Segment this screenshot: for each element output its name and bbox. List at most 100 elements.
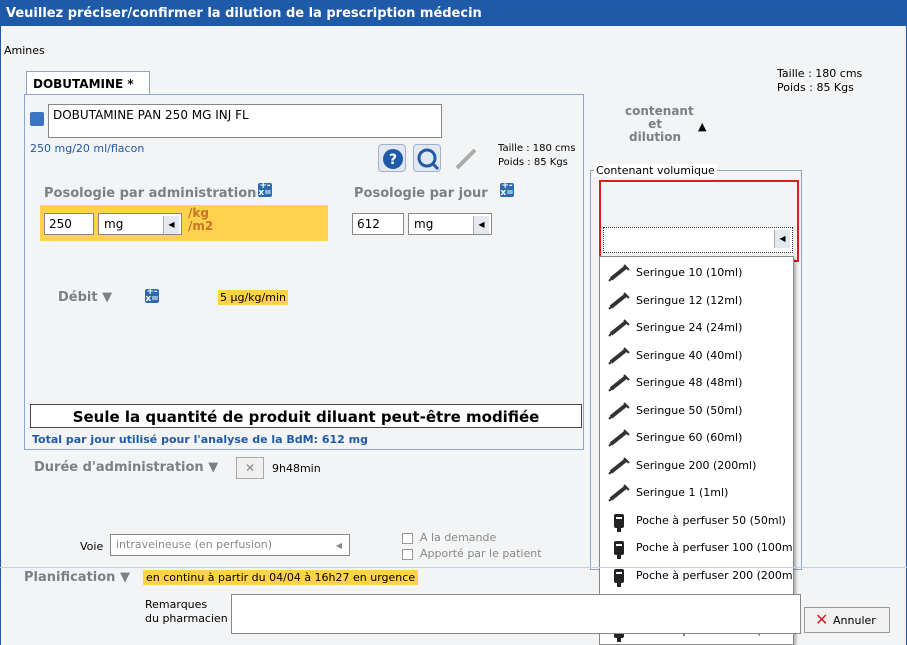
posologie-jour-unit-select[interactable]: mg ◀ — [408, 213, 492, 235]
drug-name-value: DOBUTAMINE PAN 250 MG INJ FL — [53, 108, 249, 122]
dropdown-option-label: Seringue 50 (50ml) — [636, 403, 743, 417]
drug-taille: Taille : 180 cms — [498, 143, 576, 154]
pencil-icon — [455, 148, 477, 170]
voie-value: intraveineuse (en perfusion) — [116, 538, 273, 551]
dropdown-option[interactable]: Seringue 200 (200ml) — [600, 452, 793, 479]
contenant-title: contenant et dilution — [625, 105, 694, 144]
dropdown-option[interactable]: Poche à perfuser 200 (200m — [600, 562, 793, 589]
dropdown-option-label: Poche à perfuser 50 (50ml) — [636, 513, 786, 527]
header-poids: Poids : 85 Kgs — [777, 81, 854, 94]
contenant-select[interactable]: ◀ — [603, 227, 793, 253]
edit-doc-icon[interactable] — [30, 112, 44, 126]
planification-label[interactable]: Planification ▼ — [24, 570, 130, 585]
help-button[interactable]: ? — [378, 144, 406, 172]
posologie-admin-unit-value: mg — [104, 217, 124, 231]
per-m2: /m2 — [188, 219, 214, 233]
dropdown-option-label: Seringue 1 (1ml) — [636, 486, 729, 499]
category-label: Amines — [4, 44, 45, 57]
planification-label-text: Planification — [24, 570, 116, 585]
calculator-icon[interactable]: +- x= — [500, 182, 514, 198]
chevron-down-icon: ◀ — [774, 230, 790, 248]
dropdown-option[interactable]: Seringue 24 (24ml) — [600, 314, 793, 341]
dropdown-option[interactable]: Poche à perfuser 100 (100m — [600, 534, 793, 561]
posologie-admin-per: /kg /m2 — [188, 207, 213, 233]
posologie-jour-value-field[interactable]: 612 — [352, 213, 404, 235]
debit-label[interactable]: Débit ▼ — [58, 290, 112, 305]
dropdown-option[interactable]: Seringue 60 (60ml) — [600, 424, 793, 451]
syringe-icon — [608, 291, 630, 310]
posologie-jour-value: 612 — [357, 217, 380, 231]
remarques-field[interactable] — [231, 594, 801, 634]
contenant-group-label: Contenant volumique — [594, 164, 717, 177]
chevron-down-icon: ◀ — [473, 216, 489, 234]
triangle-down-icon: ▼ — [119, 570, 130, 585]
dropdown-option-label: Seringue 10 (10ml) — [636, 266, 743, 279]
calculator-icon[interactable]: +- x= — [145, 288, 159, 304]
posologie-admin-unit-select[interactable]: mg ◀ — [98, 213, 182, 235]
triangle-up-icon[interactable]: ▲ — [698, 120, 706, 133]
debit-value: 5 µg/kg/min — [218, 290, 288, 305]
search-drug-button[interactable] — [413, 144, 441, 172]
posologie-admin-value: 250 — [49, 217, 72, 231]
syringe-icon — [608, 484, 630, 502]
dropdown-option[interactable]: Seringue 40 (40ml) — [600, 342, 793, 369]
annuler-label: Annuler — [833, 614, 876, 627]
apporte-checkbox[interactable] — [402, 549, 413, 560]
apporte-label: Apporté par le patient — [420, 547, 542, 560]
iv-bag-icon — [608, 567, 628, 587]
header-taille: Taille : 180 cms — [777, 67, 863, 80]
calculator-icon[interactable]: +- x= — [258, 182, 272, 198]
posologie-jour-label: Posologie par jour — [354, 186, 488, 201]
syringe-icon — [608, 264, 630, 282]
dropdown-option[interactable]: Poche à perfuser 50 (50ml) — [600, 507, 793, 534]
chevron-down-icon: ◀ — [331, 537, 347, 555]
duree-label[interactable]: Durée d'administration ▼ — [34, 460, 218, 475]
svg-text:?: ? — [389, 152, 397, 168]
remarques-line1: Remarques — [145, 598, 208, 611]
syringe-icon — [608, 346, 630, 365]
window-title: Veuillez préciser/confirmer la dilution … — [0, 0, 907, 26]
annuler-button[interactable]: ✕ Annuler — [804, 607, 890, 633]
magnify-icon — [417, 148, 440, 171]
remarques-label: Remarques du pharmacien — [145, 598, 228, 626]
syringe-icon — [608, 319, 630, 337]
posologie-admin-label: Posologie par administration — [44, 186, 257, 201]
clear-duree-button[interactable]: ✕ — [236, 457, 264, 479]
dropdown-option[interactable]: Seringue 10 (10ml) — [600, 259, 793, 286]
syringe-icon — [608, 429, 630, 447]
pencil-button[interactable] — [452, 146, 480, 172]
syringe-icon — [608, 374, 630, 392]
dropdown-option[interactable]: Seringue 48 (48ml) — [600, 369, 793, 396]
dropdown-option-label: Seringue 24 (24ml) — [636, 321, 743, 334]
voie-select[interactable]: intraveineuse (en perfusion) ◀ — [110, 534, 350, 556]
a-la-demande-checkbox[interactable] — [402, 533, 413, 544]
dropdown-option-label: Seringue 12 (12ml) — [636, 293, 743, 307]
total-info: Total par jour utilisé pour l'analyse de… — [32, 433, 368, 446]
cancel-x-icon: ✕ — [815, 610, 829, 629]
drug-name-field[interactable]: DOBUTAMINE PAN 250 MG INJ FL — [48, 104, 442, 138]
drug-poids: Poids : 85 Kgs — [498, 157, 568, 168]
contenant-line3: dilution — [629, 130, 681, 144]
chevron-down-icon: ◀ — [163, 216, 179, 234]
syringe-icon — [608, 456, 630, 475]
a-la-demande-label: A la demande — [420, 531, 497, 544]
help-icon: ? — [383, 149, 403, 169]
dropdown-option[interactable]: Seringue 1 (1ml) — [600, 479, 793, 506]
syringe-icon — [608, 401, 630, 420]
dropdown-option-label: Poche à perfuser 100 (100m — [636, 541, 793, 554]
dropdown-option-label: Seringue 60 (60ml) — [636, 431, 743, 444]
dropdown-option-label: Poche à perfuser 200 (200m — [636, 568, 793, 582]
close-icon: ✕ — [244, 461, 256, 475]
debit-label-text: Débit — [58, 290, 98, 305]
dropdown-option[interactable]: Seringue 50 (50ml) — [600, 397, 793, 424]
triangle-down-icon: ▼ — [208, 460, 219, 475]
dropdown-option-label: Seringue 48 (48ml) — [636, 376, 743, 389]
dropdown-option[interactable]: Seringue 12 (12ml) — [600, 287, 793, 314]
remarques-line2: du pharmacien — [145, 612, 228, 625]
posologie-admin-value-field[interactable]: 250 — [44, 213, 94, 235]
iv-bag-icon — [608, 539, 628, 559]
planification-value: en continu à partir du 04/04 à 16h27 en … — [143, 570, 419, 585]
divider — [0, 567, 907, 568]
posologie-jour-unit-value: mg — [414, 217, 434, 231]
drug-concentration: 250 mg/20 ml/flacon — [30, 142, 145, 155]
